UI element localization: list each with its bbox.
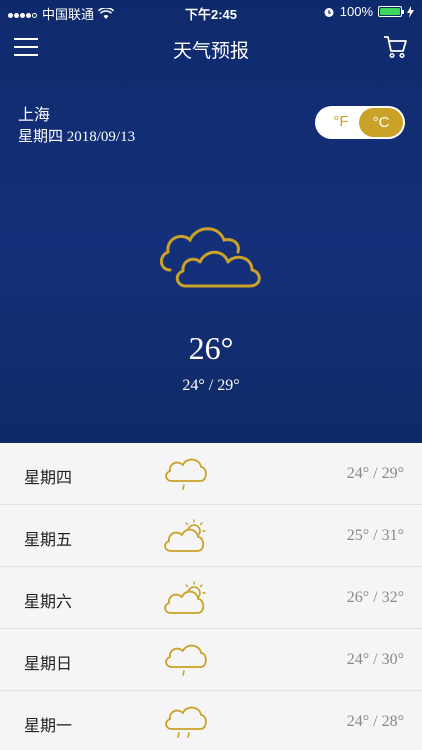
status-bar: 中国联通 下午2:45 100% xyxy=(0,0,422,24)
forecast-range: 26° / 32° xyxy=(346,589,404,606)
forecast-row[interactable]: 星期五 25° / 31° xyxy=(0,505,422,567)
forecast-range: 25° / 31° xyxy=(346,527,404,544)
weather-header: 中国联通 下午2:45 100% 天气预报 上海 星期四 2018/09/13 … xyxy=(0,0,422,443)
fahrenheit-option[interactable]: °F xyxy=(323,113,359,130)
forecast-day: 星期日 xyxy=(24,656,73,673)
partly-sunny-icon xyxy=(164,519,206,552)
forecast-row[interactable]: 星期日 24° / 30° xyxy=(0,629,422,691)
cart-icon[interactable] xyxy=(382,34,408,60)
alarm-icon xyxy=(324,7,334,17)
current-weekday: 星期四 xyxy=(18,128,64,145)
forecast-range: 24° / 28° xyxy=(346,713,404,730)
forecast-row[interactable]: 星期六 26° / 32° xyxy=(0,567,422,629)
city-name: 上海 xyxy=(18,107,51,124)
forecast-day: 星期六 xyxy=(24,594,73,611)
celsius-option[interactable]: °C xyxy=(359,108,403,137)
current-date-value: 2018/09/13 xyxy=(66,129,136,145)
forecast-range: 24° / 30° xyxy=(346,651,404,668)
light-rain-icon xyxy=(165,644,207,676)
forecast-row[interactable]: 星期一 24° / 28° xyxy=(0,691,422,750)
forecast-list: 星期四 24° / 29° 星期五 25° / 31° 星期六 26° / 32… xyxy=(0,443,422,750)
cloudy-icon xyxy=(160,227,261,288)
partly-sunny-icon xyxy=(164,581,206,614)
forecast-row[interactable]: 星期四 24° / 29° xyxy=(0,443,422,505)
forecast-day: 星期一 xyxy=(24,718,73,735)
unit-toggle[interactable]: °F °C xyxy=(315,106,405,139)
page-title: 天气预报 xyxy=(172,41,249,62)
rain-icon xyxy=(165,706,207,738)
forecast-range: 24° / 29° xyxy=(346,465,404,482)
battery-icon xyxy=(378,6,404,17)
nav-bar: 天气预报 xyxy=(0,24,422,72)
battery-percent: 100% xyxy=(339,4,373,19)
charging-icon xyxy=(407,5,414,18)
current-date: 星期四 2018/09/13 xyxy=(18,125,135,146)
current-temp: 26° xyxy=(188,330,234,366)
forecast-day: 星期四 xyxy=(24,470,73,487)
light-rain-icon xyxy=(165,458,207,490)
current-range: 24° / 29° xyxy=(182,377,240,394)
forecast-day: 星期五 xyxy=(24,532,73,549)
